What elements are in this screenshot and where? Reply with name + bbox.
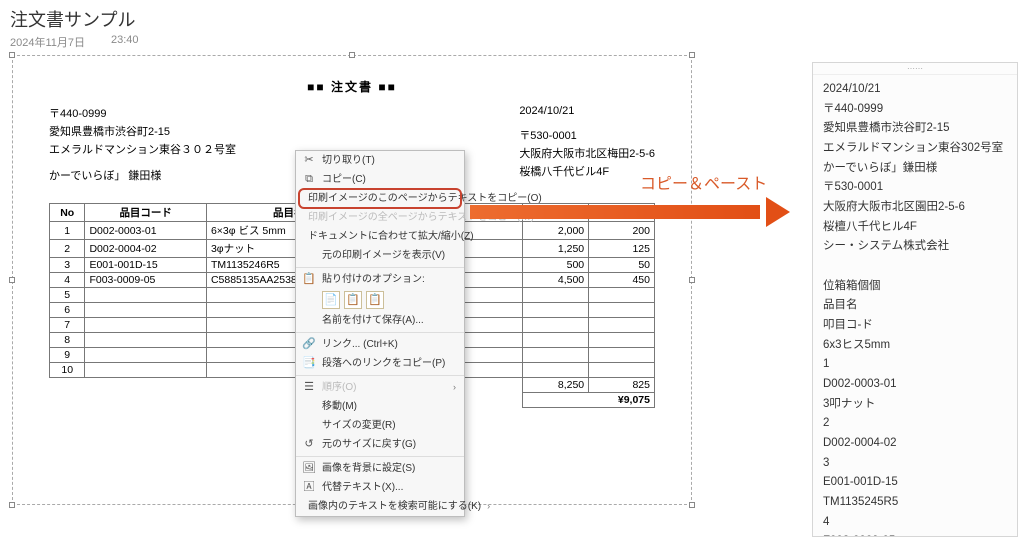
col-code: 品目コード [85,204,207,222]
total-amount: 8,250 [523,378,589,393]
recipient-addr1: 大阪府大阪市北区梅田2-5-6 [519,145,655,161]
panel-line: 3叩ナット [823,396,1007,413]
resize-handle[interactable] [689,52,695,58]
page-time: 23:40 [111,34,139,50]
menu-save-as[interactable]: 名前を付けて保存(A)... [296,311,464,330]
scissors-icon: ✂ [302,154,316,168]
order-date: 2024/10/21 [519,105,655,117]
sender-addr2: エメラルドマンション東谷３０２号室 [49,141,236,157]
menu-searchable[interactable]: 画像内のテキストを検索可能にする(K)› [296,497,464,516]
panel-line: 1 [823,356,1007,373]
panel-line: 愛知県豊橋市渋谷町2-15 [823,120,1007,137]
panel-line: 3 [823,455,1007,472]
resize-handle[interactable] [9,52,15,58]
sender-addr1: 愛知県豊橋市渋谷町2-15 [49,123,236,139]
menu-fit[interactable]: ドキュメントに合わせて拡大/縮小(Z) [296,227,464,246]
menu-paste-header: 📋貼り付けのオプション: [296,270,464,289]
menu-cut[interactable]: ✂切り取り(T) [296,151,464,170]
menu-move[interactable]: 移動(M) [296,397,464,416]
annotation-label: コピー＆ペースト [640,170,767,194]
panel-line: 大阪府大阪市北区園田2-5-6 [823,199,1007,216]
col-no: No [50,204,85,222]
total-tax: 825 [589,378,655,393]
sender-postal: 〒440-0999 [49,105,236,121]
text-icon: 🄰 [302,481,316,495]
menu-orig[interactable]: 元の印刷イメージを表示(V) [296,246,464,265]
panel-line: 叩目コ-ド [823,317,1007,334]
restore-icon: ↺ [302,438,316,452]
panel-line [823,258,1007,275]
recipient-addr2: 桜橋八千代ビル4F [519,163,655,179]
resize-handle[interactable] [689,502,695,508]
context-menu: ✂切り取り(T) ⧉コピー(C) 印刷イメージのこのページからテキストをコピー(… [295,150,465,517]
sender-block: 〒440-0999 愛知県豊橋市渋谷町2-15 エメラルドマンション東谷３０２号… [49,105,236,185]
clipboard-icon: 📋 [302,273,316,287]
paste-options: 📄 📋 📋 [296,289,464,311]
page-date: 2024年11月7日 [10,34,85,50]
panel-line: 2024/10/21 [823,81,1007,98]
image-icon: 🖼 [302,462,316,476]
menu-alt-text[interactable]: 🄰代替テキスト(X)... [296,478,464,497]
panel-line: D002-0004-02 [823,435,1007,452]
menu-order[interactable]: ☰順序(O)› [296,378,464,397]
page-title: 注文書サンプル [10,6,1014,32]
chevron-right-icon: › [453,380,456,395]
menu-copy-page-text[interactable]: 印刷イメージのこのページからテキストをコピー(O) [296,189,464,208]
sender-to: かーでいらぼ」 鎌田様 [49,167,236,183]
resize-handle[interactable] [689,277,695,283]
panel-line: 4 [823,514,1007,531]
paste-opt-2[interactable]: 📋 [344,291,362,309]
recipient-postal: 〒530-0001 [519,127,655,143]
resize-handle[interactable] [349,52,355,58]
panel-line: 桜檀八千代ヒル4F [823,219,1007,236]
recipient-block: 2024/10/21 〒530-0001 大阪府大阪市北区梅田2-5-6 桜橋八… [519,105,655,185]
panel-line: 品目名 [823,297,1007,314]
panel-line: 〒440-0999 [823,101,1007,118]
chevron-right-icon: › [487,499,490,514]
menu-para-link[interactable]: 📑段落へのリンクをコピー(P) [296,354,464,373]
text-result-panel[interactable]: ⋯⋯ 2024/10/21 〒440-0999 愛知県豊橋市渋谷町2-15 エメラルド… [812,62,1018,537]
link-icon: 🔗 [302,338,316,352]
menu-restore[interactable]: ↺元のサイズに戻す(G) [296,435,464,454]
menu-link[interactable]: 🔗リンク... (Ctrl+K) [296,335,464,354]
panel-line: TM1135245R5 [823,494,1007,511]
panel-line: 6x3ヒス5mm [823,337,1007,354]
layers-icon: ☰ [302,381,316,395]
panel-line: かーでいらぼ」鎌田様 [823,160,1007,177]
menu-set-bg[interactable]: 🖼画像を背景に設定(S) [296,459,464,478]
menu-resize[interactable]: サイズの変更(R) [296,416,464,435]
panel-line: エメラルドマンション東谷302号室 [823,140,1007,157]
menu-copy-all-text[interactable]: 印刷イメージの全ページからテキストをコピー(…) [296,208,464,227]
panel-line: E001-001D-15 [823,474,1007,491]
annotation-arrow [470,197,790,227]
grand-total: ¥9,075 [523,393,655,408]
panel-line: 2 [823,415,1007,432]
paragraph-icon: 📑 [302,357,316,371]
paste-opt-3[interactable]: 📋 [366,291,384,309]
resize-handle[interactable] [9,502,15,508]
panel-line: F003-0009-05 [823,533,1007,537]
panel-line: 〒530-0001 [823,179,1007,196]
panel-grip[interactable]: ⋯⋯ [813,63,1017,75]
panel-line: 位箱箱個個 [823,278,1007,295]
panel-line: シー・システム株式会社 [823,238,1007,255]
copy-icon: ⧉ [302,173,316,187]
paste-opt-1[interactable]: 📄 [322,291,340,309]
resize-handle[interactable] [9,277,15,283]
menu-copy[interactable]: ⧉コピー(C) [296,170,464,189]
doc-heading: ■■ 注文書 ■■ [49,78,655,95]
panel-line: D002-0003-01 [823,376,1007,393]
